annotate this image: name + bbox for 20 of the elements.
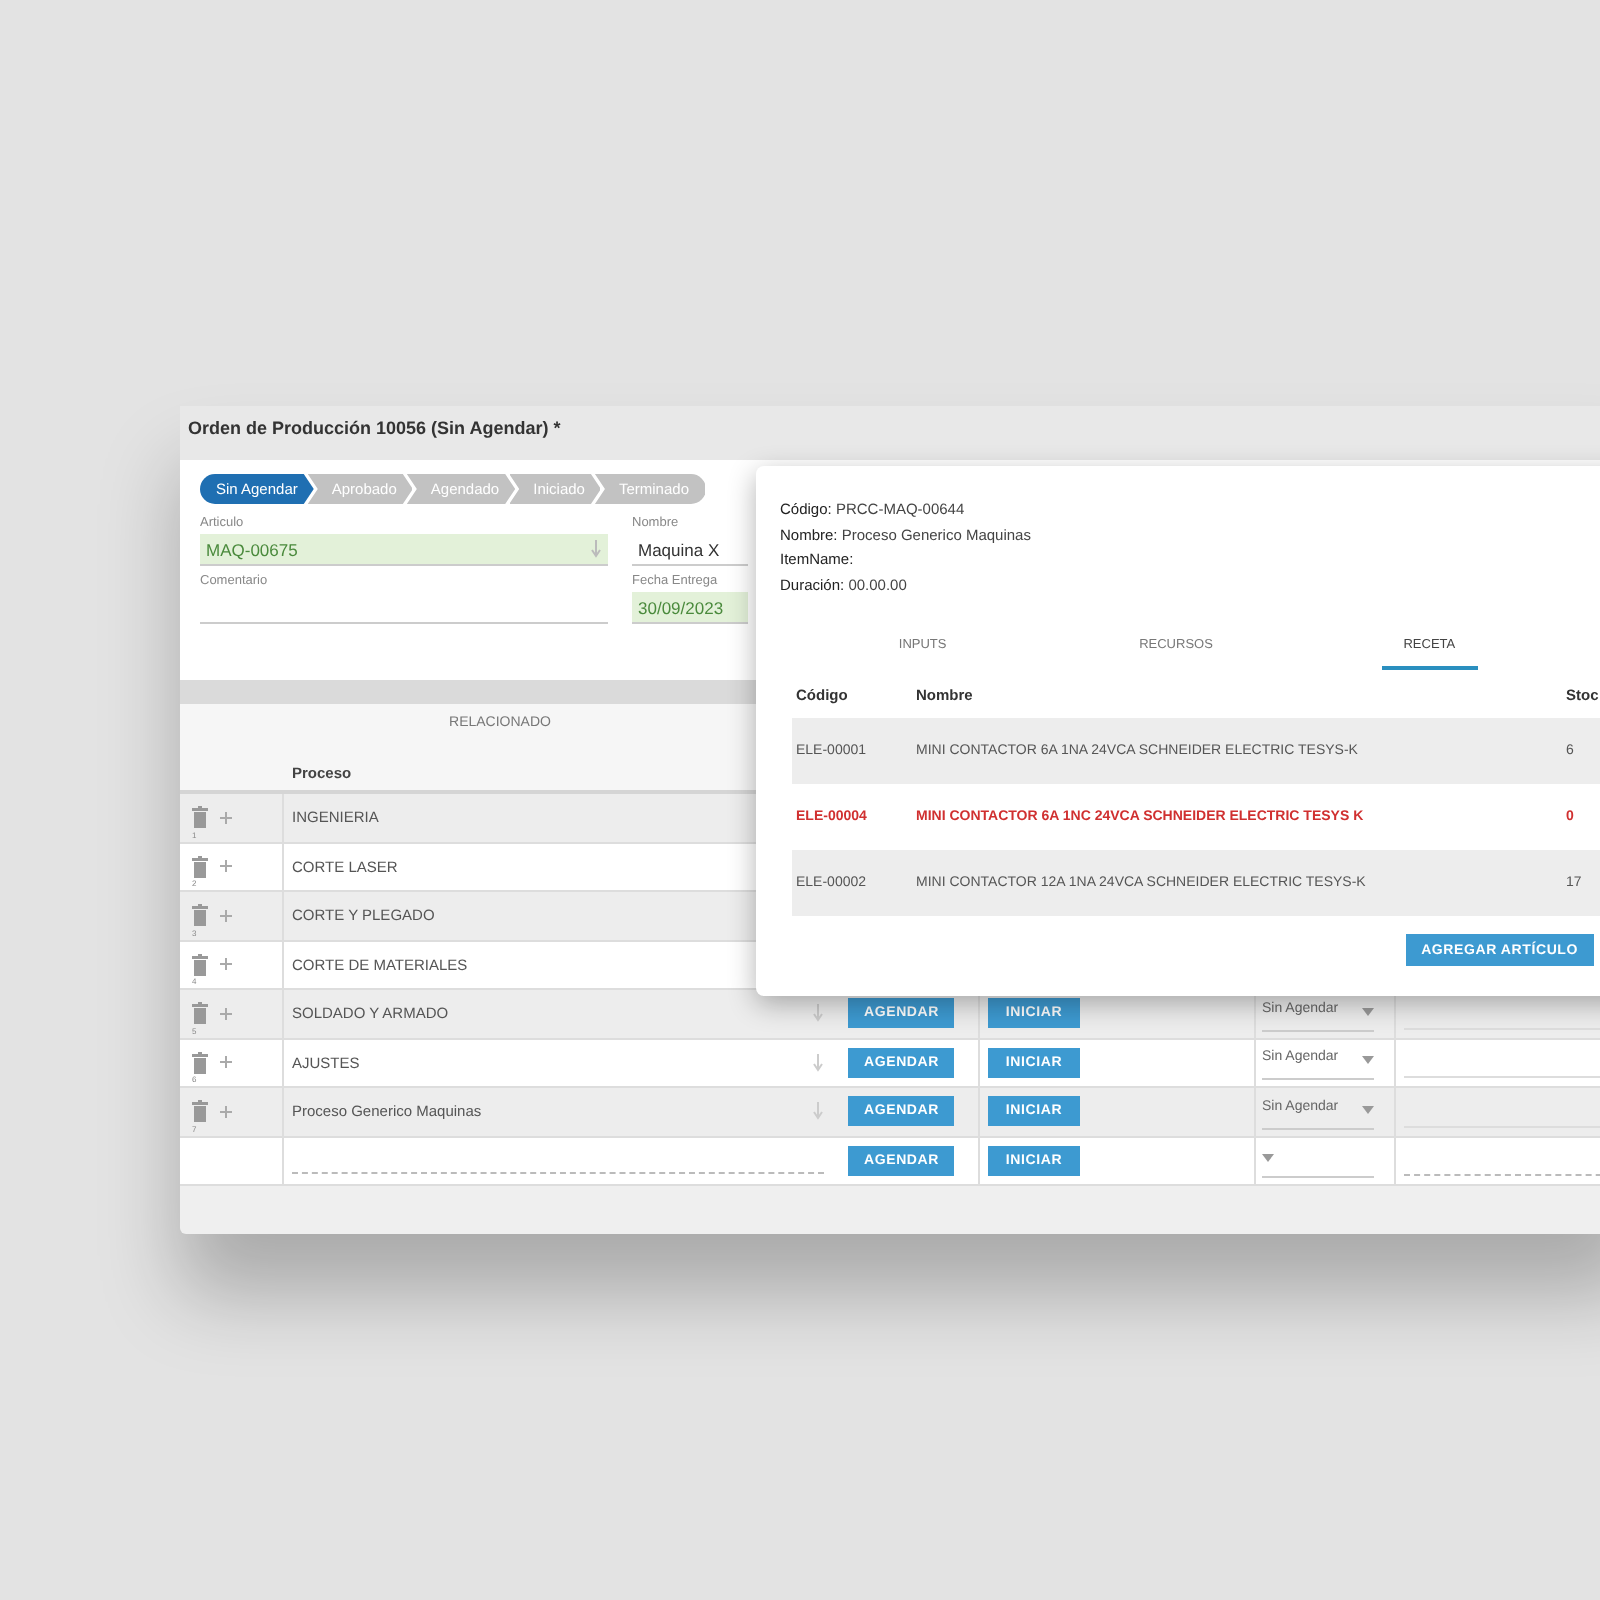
- trash-icon[interactable]: [192, 904, 208, 927]
- plus-icon[interactable]: [220, 909, 232, 922]
- plus-icon[interactable]: [220, 1056, 232, 1069]
- trash-icon[interactable]: [192, 1002, 208, 1025]
- plus-icon[interactable]: [220, 1007, 232, 1020]
- plus-icon[interactable]: [220, 811, 232, 824]
- plus-icon[interactable]: [220, 958, 232, 971]
- window-title: Orden de Producción 10056 (Sin Agendar) *: [180, 406, 1600, 460]
- caret-icon: [1362, 1050, 1374, 1065]
- plus-icon[interactable]: [220, 860, 232, 873]
- trash-icon[interactable]: [192, 806, 208, 829]
- input-field[interactable]: MAQ-00675: [200, 534, 608, 566]
- plus-icon[interactable]: [220, 1105, 232, 1118]
- trash-icon[interactable]: [192, 953, 208, 976]
- trash-icon[interactable]: [192, 1100, 208, 1123]
- trash-icon[interactable]: [192, 855, 208, 878]
- trash-icon[interactable]: [192, 1051, 208, 1074]
- input-field[interactable]: Maquina X: [632, 534, 748, 566]
- caret-icon: [1262, 1148, 1274, 1163]
- input-field[interactable]: 30/09/2023: [632, 592, 748, 624]
